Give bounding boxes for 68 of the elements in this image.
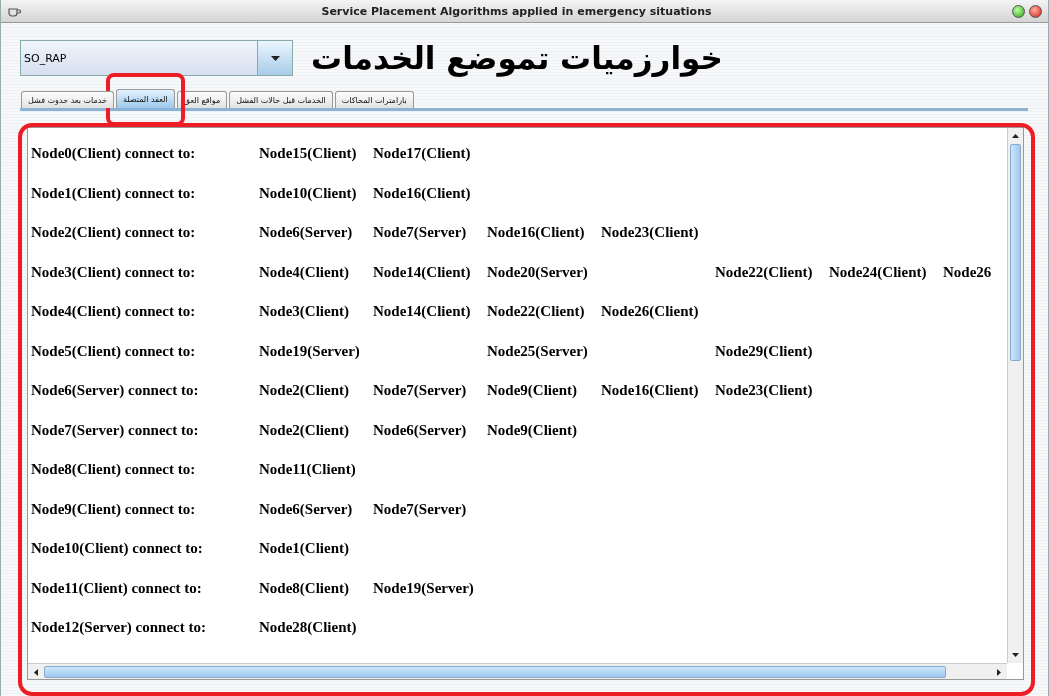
- node-label: Node0(Client) connect to:: [31, 145, 197, 163]
- node-label: Node3(Client) connect to:: [31, 263, 197, 282]
- node-label: Node6(Server) connect to:: [31, 382, 200, 400]
- window-title: Service Placement Algorithms applied in emergency situations: [320, 4, 713, 18]
- vertical-scrollbar[interactable]: [1007, 128, 1023, 663]
- node-link-label: Node3(Client): [259, 303, 350, 320]
- node-link-label: Node2(Client): [259, 382, 350, 399]
- node-link-label: Node1(Client): [259, 540, 350, 557]
- scroll-thumb[interactable]: [1010, 144, 1021, 361]
- node-label: Node7(Server) connect to:: [31, 421, 200, 440]
- caret-icon: [270, 55, 280, 61]
- maximize-button[interactable]: [1012, 4, 1025, 18]
- node-link-label: Node23(Client): [715, 382, 814, 399]
- node-link-label: Node24(Client): [829, 263, 928, 281]
- node-link-label: Node23(Client): [601, 224, 700, 241]
- up-arrow-icon: [1012, 134, 1019, 138]
- algorithm-dropdown[interactable]: SO_RAP: [20, 40, 293, 76]
- close-button[interactable]: [1029, 4, 1042, 18]
- node-link-label: Node26: [943, 263, 993, 281]
- node-link-label: Node19(Server): [373, 579, 475, 597]
- tab[interactable]: بارامترات المحاكات: [334, 91, 414, 108]
- node-link-label: Node16(Client): [487, 224, 586, 241]
- cup-icon: [7, 5, 21, 17]
- node-label: Node10(Client) connect to:: [31, 540, 204, 558]
- node-label: Node11(Client) connect to:: [31, 579, 203, 598]
- tab[interactable]: خدمات بعد حدوث فشل: [21, 91, 114, 108]
- node-link-label: Node8(Client): [259, 579, 350, 597]
- node-link-label: Node7(Server): [373, 500, 468, 518]
- node-link-label: Node16(Client): [373, 184, 472, 202]
- node-link-label: Node14(Client): [373, 263, 472, 281]
- node-link-label: Node29(Client): [715, 342, 814, 360]
- node-link-label: Node28(Client): [259, 619, 358, 636]
- node-link-label: Node6(Server): [259, 500, 354, 518]
- node-link-label: Node11(Client): [259, 461, 357, 478]
- node-link-label: Node4(Client): [259, 263, 350, 281]
- node-link-label: Node9(Client): [487, 382, 578, 399]
- node-link-label: Node6(Server): [373, 421, 468, 439]
- down-arrow-icon: [1012, 653, 1019, 657]
- node-link-label: Node22(Client): [487, 303, 586, 320]
- node-link-label: Node7(Server): [373, 382, 468, 399]
- horizontal-scrollbar[interactable]: [28, 663, 1007, 679]
- node-label: Node1(Client) connect to:: [31, 184, 197, 203]
- node-link-label: Node2(Client): [259, 421, 350, 439]
- node-label: Node8(Client) connect to:: [31, 461, 197, 479]
- node-link-label: Node22(Client): [715, 263, 814, 281]
- node-label: Node12(Server) connect to:: [31, 619, 207, 637]
- node-link-label: Node15(Client): [259, 145, 358, 162]
- scroll-thumb[interactable]: [44, 666, 946, 678]
- node-link-label: Node10(Client): [259, 184, 358, 202]
- app-heading: خوارزميات تموضع الخدمات: [311, 40, 723, 76]
- node-link-label: Node17(Client): [373, 145, 472, 162]
- node-link-label: Node19(Server): [259, 342, 361, 360]
- node-link-label: Node14(Client): [373, 303, 472, 320]
- node-label: Node5(Client) connect to:: [31, 342, 197, 361]
- node-label: Node9(Client) connect to:: [31, 500, 197, 519]
- node-label: Node4(Client) connect to:: [31, 303, 197, 321]
- node-label: Node2(Client) connect to:: [31, 224, 197, 242]
- left-arrow-icon: [34, 668, 38, 676]
- tab[interactable]: العقد المتصلة: [115, 89, 175, 108]
- node-link-label: Node6(Server): [259, 224, 354, 241]
- node-link-label: Node25(Server): [487, 342, 589, 360]
- node-link-label: Node20(Server): [487, 263, 589, 281]
- right-arrow-icon: [997, 668, 1001, 676]
- node-link-label: Node9(Client): [487, 421, 578, 439]
- node-link-label: Node7(Server): [373, 224, 468, 241]
- node-link-label: Node26(Client): [601, 303, 700, 320]
- node-link-label: Node16(Client): [601, 382, 700, 399]
- tab[interactable]: الخدمات قبل حالات الفشل: [229, 91, 333, 108]
